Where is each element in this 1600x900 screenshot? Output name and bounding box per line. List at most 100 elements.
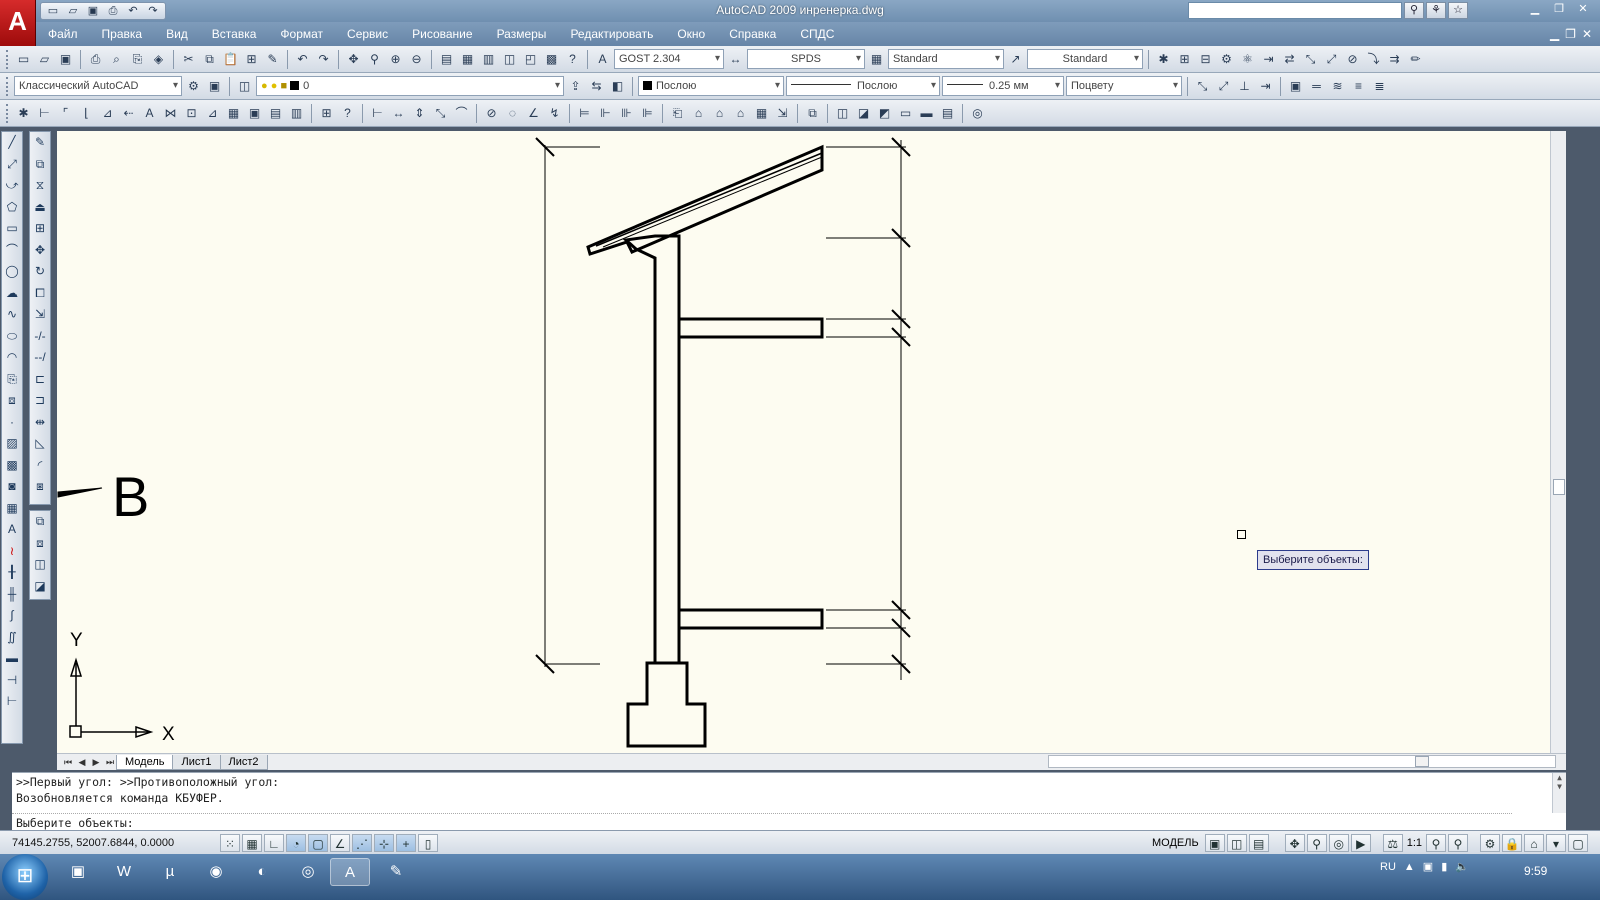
cut-icon[interactable]: ✂: [179, 50, 198, 69]
zoom-previous-icon[interactable]: ⊖: [407, 50, 426, 69]
table-icon[interactable]: ▦: [2, 498, 22, 520]
help-icon[interactable]: ?: [563, 50, 582, 69]
bring-above-icon[interactable]: ◫: [30, 554, 50, 576]
bring-front-icon[interactable]: ⧉: [30, 511, 50, 533]
pan-status-icon[interactable]: ✥: [1284, 834, 1305, 852]
taskbar-save-app-icon[interactable]: ▣: [58, 858, 98, 886]
copy-icon[interactable]: ⧉: [200, 50, 219, 69]
restore-button[interactable]: ❐: [1548, 1, 1570, 19]
trim-icon[interactable]: -/-: [30, 326, 50, 348]
view-tool-13-icon[interactable]: ▤: [938, 104, 957, 123]
menu-help[interactable]: Справка: [717, 22, 788, 46]
spds-line-1-icon[interactable]: ═: [1307, 77, 1326, 96]
make-block-icon[interactable]: ⧈: [2, 390, 22, 412]
spds-line-4-icon[interactable]: ≣: [1370, 77, 1389, 96]
view-tool-11-icon[interactable]: ▭: [896, 104, 915, 123]
spds-tool-e-icon[interactable]: ∬: [2, 627, 22, 649]
spds-tool-1-icon[interactable]: ✱: [1154, 50, 1173, 69]
menu-insert[interactable]: Вставка: [200, 22, 269, 46]
spds-tool-b-icon[interactable]: ╂: [2, 562, 22, 584]
dim-tool-7-icon[interactable]: ⊡: [182, 104, 201, 123]
make-layer-current-icon[interactable]: ⇪: [566, 77, 585, 96]
design-center-icon[interactable]: ▦: [458, 50, 477, 69]
workspace-select[interactable]: Классический AutoCAD: [14, 76, 182, 96]
view-tool-7-icon[interactable]: ⧉: [803, 104, 822, 123]
dim-radius-2-icon[interactable]: ◌: [503, 104, 522, 123]
join-icon[interactable]: ⇹: [30, 412, 50, 434]
menu-dimension[interactable]: Размеры: [485, 22, 559, 46]
spline-icon[interactable]: ∿: [2, 304, 22, 326]
quick-view-drawings-icon[interactable]: ▤: [1248, 834, 1269, 852]
spds-tool-10-icon[interactable]: ⊘: [1343, 50, 1362, 69]
menu-draw[interactable]: Рисование: [400, 22, 484, 46]
polygon-icon[interactable]: ⬠: [2, 197, 22, 219]
send-back-icon[interactable]: ⧈: [30, 533, 50, 555]
spds-tool-3-icon[interactable]: ⊟: [1196, 50, 1215, 69]
last-tab-icon[interactable]: ⏭: [103, 757, 117, 768]
spds-line-3-icon[interactable]: ≡: [1349, 77, 1368, 96]
chamfer-icon[interactable]: ◺: [30, 433, 50, 455]
network-icon[interactable]: ▣: [1423, 860, 1433, 873]
sheet-set-icon[interactable]: ◫: [500, 50, 519, 69]
menu-modify[interactable]: Редактировать: [558, 22, 665, 46]
dim-tool-3-icon[interactable]: ⌊: [77, 104, 96, 123]
annotation-visibility-icon[interactable]: ⚲: [1426, 834, 1446, 852]
spds-tool-2-icon[interactable]: ⊞: [1175, 50, 1194, 69]
spds-tool-9-icon[interactable]: ⤢: [1322, 50, 1341, 69]
mleader-style-icon[interactable]: ↗: [1006, 50, 1025, 69]
view-tool-12-icon[interactable]: ▬: [917, 104, 936, 123]
dim-aligned-2-icon[interactable]: ⤡: [431, 104, 450, 123]
taskbar-firefox-icon[interactable]: ◐: [242, 858, 282, 886]
layer-previous-icon[interactable]: ⇆: [587, 77, 606, 96]
dim-linear-2-icon[interactable]: ⊢: [368, 104, 387, 123]
hatch-icon[interactable]: ▨: [2, 433, 22, 455]
annotation-scale-icon[interactable]: ⚖: [1382, 834, 1403, 852]
dynamic-ucs-icon[interactable]: ⊹: [374, 834, 394, 852]
zoom-window-icon[interactable]: ⊕: [386, 50, 405, 69]
print-icon[interactable]: ⎙: [86, 50, 105, 69]
battery-icon[interactable]: ▮: [1441, 860, 1447, 873]
dim-tool-4-icon[interactable]: ⊿: [98, 104, 117, 123]
doc-minimize-button[interactable]: ▁: [1550, 22, 1559, 46]
dim-angular-icon[interactable]: ∠: [524, 104, 543, 123]
redo-icon[interactable]: ↷: [314, 50, 333, 69]
send-under-icon[interactable]: ◪: [30, 576, 50, 598]
volume-icon[interactable]: 🔈: [1455, 860, 1469, 873]
start-button[interactable]: ⊞: [2, 854, 48, 900]
vertical-scrollbar[interactable]: [1550, 131, 1566, 753]
revision-cloud-icon[interactable]: ☁: [2, 283, 22, 305]
text-style-select[interactable]: GOST 2.304: [614, 49, 724, 69]
object-snap-icon[interactable]: ▢: [308, 834, 328, 852]
lineweight-select[interactable]: 0.25 мм: [942, 76, 1064, 96]
workspace-switch-icon[interactable]: ⚙: [1480, 834, 1500, 852]
dim-diameter-icon[interactable]: ⊘: [482, 104, 501, 123]
text-style-icon[interactable]: A: [593, 50, 612, 69]
taskbar-chrome-icon[interactable]: ◉: [196, 858, 236, 886]
dim-baseline-icon[interactable]: ⊨: [575, 104, 594, 123]
block-icon[interactable]: ▣: [1286, 77, 1305, 96]
taskbar-app-icon[interactable]: ◎: [288, 858, 328, 886]
dim-style-select[interactable]: SPDS: [747, 49, 865, 69]
close-button[interactable]: ✕: [1572, 1, 1594, 19]
minimize-button[interactable]: ▁: [1524, 1, 1546, 19]
object-snap-tracking-icon[interactable]: ⋰: [352, 834, 372, 852]
extend-icon[interactable]: --/: [30, 347, 50, 369]
auto-scale-icon[interactable]: ⚲: [1448, 834, 1468, 852]
zoom-status-icon[interactable]: ⚲: [1306, 834, 1327, 852]
grid-display-icon[interactable]: ▦: [242, 834, 262, 852]
taskbar-word-icon[interactable]: W: [104, 858, 144, 886]
spds-tool-4-icon[interactable]: ⚙: [1217, 50, 1236, 69]
taskbar-utorrent-icon[interactable]: µ: [150, 858, 190, 886]
save-icon[interactable]: ▣: [56, 50, 75, 69]
search-icon[interactable]: ⚲: [1404, 2, 1424, 19]
3d-osnap-icon[interactable]: ∠: [330, 834, 350, 852]
table-style-select[interactable]: Standard: [888, 49, 1004, 69]
workspace-settings-icon[interactable]: ⚙: [184, 77, 203, 96]
dim-tool-12-icon[interactable]: ▥: [287, 104, 306, 123]
dim-radius-icon[interactable]: ⇥: [1256, 77, 1275, 96]
dim-tool-9-icon[interactable]: ▦: [224, 104, 243, 123]
next-tab-icon[interactable]: ▶: [89, 757, 103, 768]
dim-tool-2-icon[interactable]: ⌜: [56, 104, 75, 123]
layout-model-icon[interactable]: ▣: [1204, 834, 1225, 852]
markup-icon[interactable]: ◰: [521, 50, 540, 69]
